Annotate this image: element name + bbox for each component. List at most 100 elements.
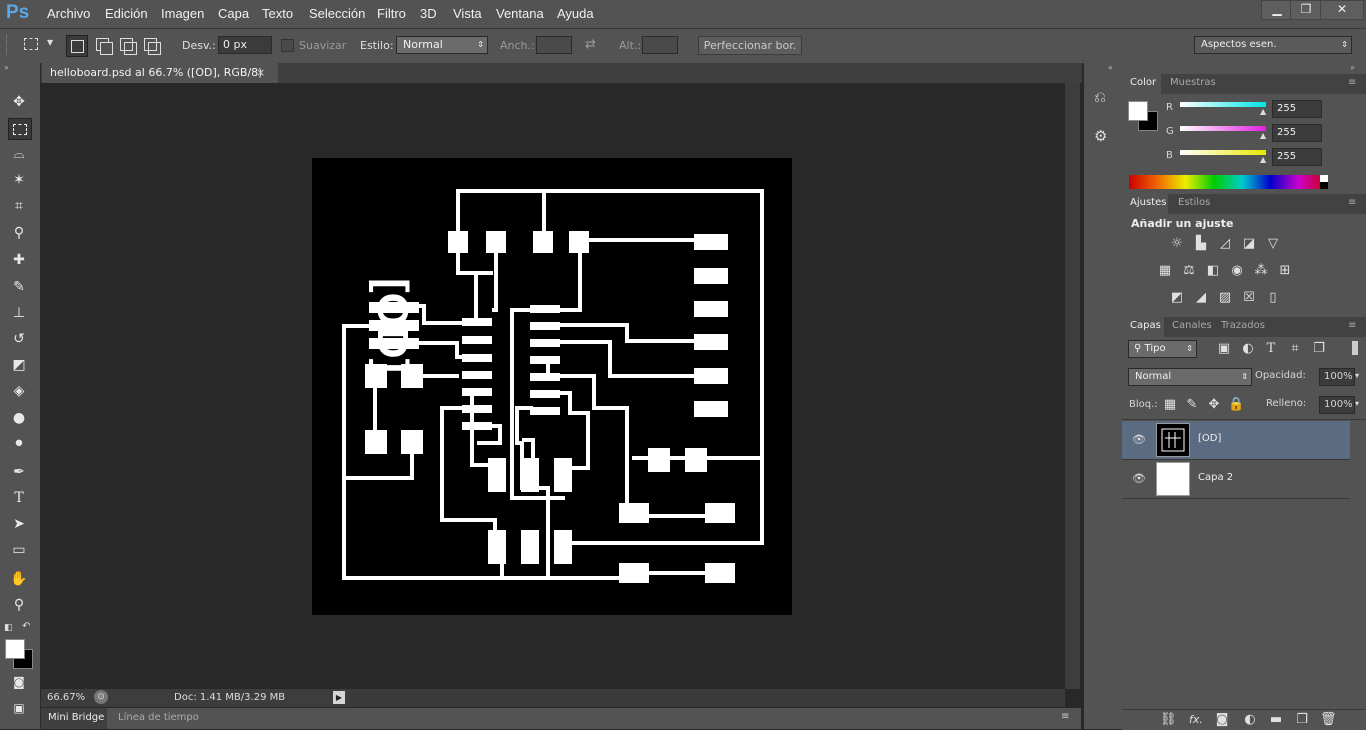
filter-toggle[interactable]	[1352, 341, 1358, 355]
close-button[interactable]: ✕	[1320, 0, 1364, 20]
chevron-down-icon[interactable]: ▼	[47, 38, 53, 47]
lock-all-icon[interactable]: 🔒	[1228, 398, 1244, 412]
fx-icon[interactable]: fx.	[1186, 713, 1206, 727]
photo-filter-icon[interactable]: ◉	[1229, 264, 1245, 278]
crop-icon[interactable]: ⌗	[8, 196, 30, 216]
swap-icon[interactable]: ⇄	[585, 37, 596, 52]
antialias-checkbox[interactable]	[281, 39, 294, 52]
feather-input[interactable]: 0 px	[218, 36, 272, 54]
default-colors-icon[interactable]: ◧	[4, 623, 13, 633]
minimize-button[interactable]: ▁	[1261, 0, 1293, 20]
refine-edge-button[interactable]: Perfeccionar bor.	[698, 36, 802, 55]
layer-row[interactable]: 👁 [OD]	[1122, 421, 1350, 460]
group-folder-icon[interactable]: ▬	[1268, 713, 1284, 727]
tab-paths[interactable]: Trazados	[1221, 320, 1265, 331]
canvas-area[interactable]: [OD]	[41, 83, 1065, 689]
layer-row[interactable]: 👁 Capa 2	[1122, 460, 1350, 499]
curves-icon[interactable]: ◿	[1217, 237, 1233, 251]
swap-colors-icon[interactable]: ↶	[22, 621, 30, 632]
add-mask-icon[interactable]: ◙	[1214, 713, 1230, 727]
brush-icon[interactable]: ✎	[8, 277, 30, 297]
hue-icon[interactable]: ▦	[1157, 264, 1173, 278]
selective-color-icon[interactable]: ☒	[1241, 291, 1257, 305]
healing-icon[interactable]: ✚	[8, 250, 30, 270]
tab-timeline[interactable]: Línea de tiempo	[118, 712, 199, 723]
threshold-icon[interactable]: ▨	[1217, 291, 1233, 305]
b-value[interactable]: 255	[1272, 148, 1322, 166]
foreground-color-swatch[interactable]	[5, 639, 25, 659]
spectrum-bar[interactable]	[1129, 175, 1328, 189]
eye-icon[interactable]: 👁	[1132, 433, 1146, 446]
menu-ayuda[interactable]: Ayuda	[557, 6, 594, 21]
move-icon[interactable]: ✥	[8, 92, 30, 112]
intersect-selection-button[interactable]	[141, 35, 161, 55]
subtract-selection-button[interactable]	[117, 35, 137, 55]
trash-icon[interactable]: 🗑	[1320, 713, 1337, 727]
r-value[interactable]: 255	[1272, 100, 1322, 118]
panel-menu-icon[interactable]: ≡	[1348, 77, 1356, 88]
color-lookup-icon[interactable]: ⊞	[1277, 264, 1293, 278]
lock-position-icon[interactable]: ✥	[1206, 398, 1222, 412]
tab-channels[interactable]: Canales	[1172, 320, 1212, 331]
paint-bucket-icon[interactable]: ◈	[8, 381, 30, 401]
panel-menu-icon[interactable]: ≡	[1061, 711, 1069, 722]
menu-texto[interactable]: Texto	[262, 6, 293, 21]
adjustment-layer-icon[interactable]: ◐	[1242, 713, 1258, 727]
pixel-filter-icon[interactable]: ▣	[1216, 342, 1232, 356]
vertical-scrollbar[interactable]	[1065, 83, 1080, 689]
blend-mode-select[interactable]: Normal ⇕	[1128, 368, 1252, 386]
tab-swatches[interactable]: Muestras	[1170, 77, 1216, 88]
eye-icon[interactable]: 👁	[1132, 472, 1146, 485]
new-layer-icon[interactable]: ❐	[1294, 713, 1310, 727]
posterize-icon[interactable]: ◢	[1193, 291, 1209, 305]
tab-mini-bridge[interactable]: Mini Bridge	[48, 712, 104, 723]
hand-icon[interactable]: ✋	[8, 569, 30, 589]
properties-panel-icon[interactable]: ⚙	[1094, 127, 1107, 145]
eyedropper-icon[interactable]: ⚲	[8, 223, 30, 243]
menu-vista[interactable]: Vista	[453, 6, 482, 21]
g-slider[interactable]	[1180, 126, 1266, 131]
layer-name[interactable]: Capa 2	[1198, 472, 1233, 483]
collapse-icon[interactable]: »	[1350, 63, 1355, 72]
tab-layers[interactable]: Capas	[1130, 320, 1161, 331]
tab-styles[interactable]: Estilos	[1178, 197, 1210, 208]
fill-input[interactable]: 100%	[1319, 396, 1355, 414]
marquee-icon[interactable]	[8, 118, 32, 140]
layer-filter-select[interactable]: ⚲ Tipo ⇕	[1128, 340, 1197, 358]
horizontal-scrollbar[interactable]	[351, 689, 1065, 707]
document-tab[interactable]: helloboard.psd al 66.7% ([OD], RGB/8) ×	[42, 63, 278, 83]
menu-filtro[interactable]: Filtro	[377, 6, 406, 21]
collapse-icon[interactable]: »	[4, 63, 9, 72]
blur-icon[interactable]: ●	[8, 408, 30, 428]
stamp-icon[interactable]: ⊥	[8, 303, 30, 323]
quick-mask-icon[interactable]: ◙	[8, 672, 30, 692]
balance-icon[interactable]: ⚖	[1181, 264, 1197, 278]
link-icon[interactable]: ⛓	[1160, 713, 1177, 727]
rectangle-icon[interactable]: ▭	[8, 540, 30, 560]
history-brush-icon[interactable]: ↺	[8, 329, 30, 349]
vibrance-icon[interactable]: ▽	[1265, 237, 1281, 251]
chevron-down-icon[interactable]: ▾	[1355, 368, 1363, 384]
type-icon[interactable]: T	[8, 488, 30, 508]
slider-thumb-icon[interactable]: ▲	[1260, 107, 1266, 116]
restore-button[interactable]: ❐	[1290, 0, 1322, 20]
invert-icon[interactable]: ◩	[1169, 291, 1185, 305]
pen-icon[interactable]: ✒	[8, 462, 30, 482]
menu-imagen[interactable]: Imagen	[161, 6, 204, 21]
lock-pixels-icon[interactable]: ✎	[1184, 398, 1200, 412]
type-filter-icon[interactable]: T	[1263, 342, 1279, 356]
zoom-icon[interactable]: ⚲	[8, 595, 30, 615]
style-select[interactable]: Normal ⇕	[396, 36, 488, 54]
chevron-down-icon[interactable]: ▾	[1355, 396, 1363, 412]
gradient-map-icon[interactable]: ▯	[1265, 291, 1281, 305]
exposure-icon[interactable]: ◪	[1241, 237, 1257, 251]
lock-transparency-icon[interactable]: ▦	[1162, 398, 1178, 412]
pcb-image[interactable]: [OD]	[312, 158, 792, 615]
opacity-input[interactable]: 100%	[1319, 368, 1355, 386]
play-icon[interactable]: ▶	[333, 691, 345, 704]
tab-adjustments[interactable]: Ajustes	[1130, 197, 1166, 208]
tab-color[interactable]: Color	[1130, 77, 1156, 88]
info-icon[interactable]: ⊙	[94, 690, 108, 704]
menu-3d[interactable]: 3D	[420, 6, 437, 21]
layer-name[interactable]: [OD]	[1198, 433, 1221, 444]
